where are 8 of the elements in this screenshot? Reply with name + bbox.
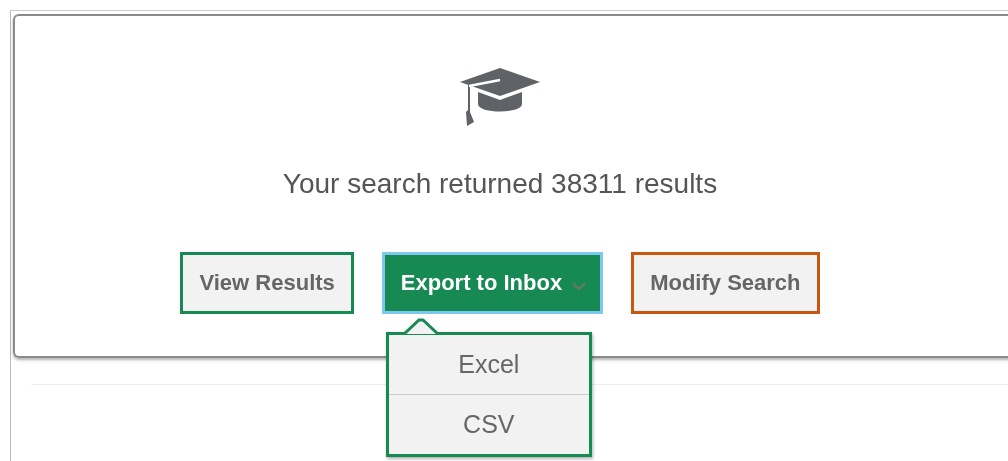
action-button[interactable]: Modify Search — [631, 252, 820, 314]
action-button[interactable]: View Results — [180, 252, 354, 314]
result-count-text: Your search returned 38311 results — [282, 168, 718, 200]
caret-icon — [572, 281, 587, 291]
dropdown-item[interactable]: Excel — [388, 335, 589, 394]
graduation-cap-icon — [458, 66, 542, 128]
action-button[interactable]: Export to Inbox — [381, 252, 604, 314]
dropdown-item[interactable]: CSV — [388, 394, 589, 454]
